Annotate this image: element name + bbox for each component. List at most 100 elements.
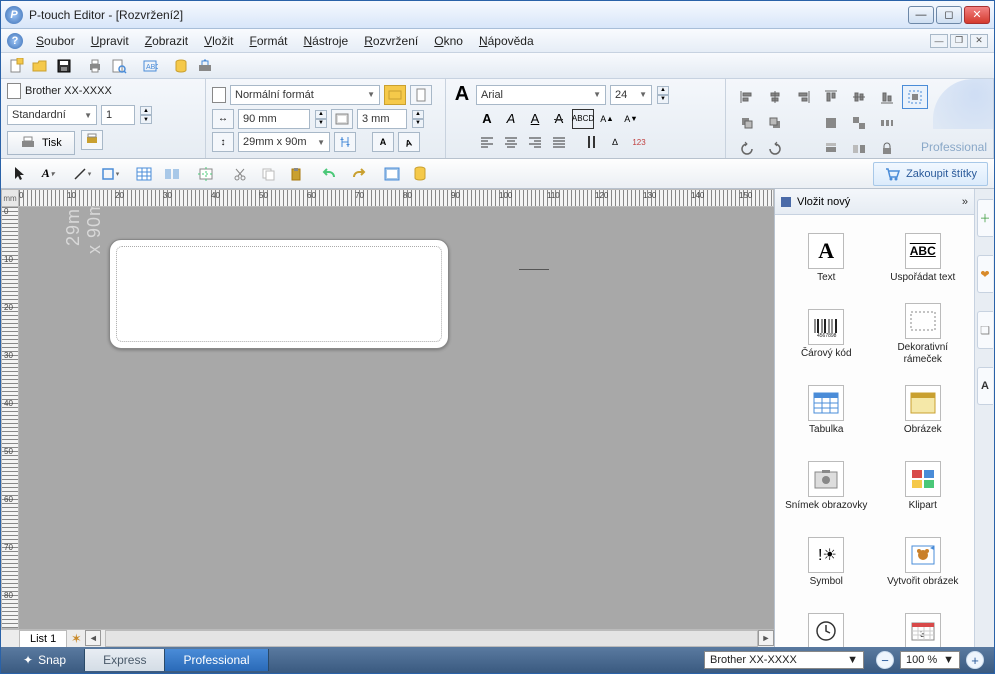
- menu-nastroje[interactable]: Nástroje: [297, 31, 356, 51]
- shrink-font-button[interactable]: A▼: [620, 109, 642, 129]
- margin-up[interactable]: ▲: [412, 110, 424, 119]
- distribute-select[interactable]: [902, 85, 928, 109]
- align-v-middle[interactable]: [846, 85, 872, 109]
- bring-front[interactable]: [734, 111, 760, 135]
- align-h-left[interactable]: [734, 85, 760, 109]
- insert-item-10[interactable]: Datum a čas: [779, 601, 874, 647]
- size-down[interactable]: ▼: [657, 95, 669, 104]
- send-back[interactable]: [762, 111, 788, 135]
- numbered-list-button[interactable]: 123: [628, 132, 650, 152]
- copy-button[interactable]: [255, 162, 281, 186]
- undo-button[interactable]: [317, 162, 343, 186]
- mode-snap-button[interactable]: ✦ Snap: [5, 649, 85, 671]
- font-family-combo[interactable]: Arial▼: [476, 85, 606, 105]
- width-up[interactable]: ▲: [315, 110, 327, 119]
- copies-down[interactable]: ▼: [140, 115, 152, 124]
- align-justify-button[interactable]: [548, 132, 570, 152]
- save-button[interactable]: [53, 55, 75, 77]
- insert-item-9[interactable]: Vytvořit obrázek: [876, 525, 971, 599]
- ungroup[interactable]: [846, 111, 872, 135]
- align-v-top[interactable]: [818, 85, 844, 109]
- ruler-horizontal[interactable]: 0102030405060708090100110120130140150160…: [19, 189, 774, 207]
- zoom-in-button[interactable]: +: [966, 651, 984, 669]
- feed-icon[interactable]: [334, 132, 356, 152]
- copies-input[interactable]: 1: [101, 105, 135, 125]
- database-button[interactable]: [170, 55, 192, 77]
- rotate-right[interactable]: [762, 137, 788, 161]
- size-combo[interactable]: 29mm x 90m▼: [238, 132, 330, 152]
- redo-button[interactable]: [345, 162, 371, 186]
- orientation-landscape-button[interactable]: [384, 85, 406, 105]
- buy-labels-button[interactable]: Zakoupit štítky: [873, 162, 988, 186]
- align-h-center[interactable]: [762, 85, 788, 109]
- text-frame-button[interactable]: ABC: [139, 55, 161, 77]
- mdi-minimize-button[interactable]: —: [930, 34, 948, 48]
- margin-down[interactable]: ▼: [412, 119, 424, 128]
- format-combo[interactable]: Normální formát▼: [230, 85, 380, 105]
- mode-professional-button[interactable]: Professional: [165, 649, 268, 671]
- insert-item-4[interactable]: Tabulka: [779, 373, 874, 447]
- text-tool[interactable]: A: [35, 162, 61, 186]
- side-tab-layers[interactable]: ❏: [977, 311, 993, 349]
- menu-rozvrzeni[interactable]: Rozvržení: [357, 31, 425, 51]
- cut-button[interactable]: [227, 162, 253, 186]
- pointer-tool[interactable]: [7, 162, 33, 186]
- add-sheet-button[interactable]: ✶: [67, 630, 85, 647]
- sheet-tab-1[interactable]: List 1: [19, 630, 67, 647]
- strike-button[interactable]: A: [548, 109, 570, 129]
- flip-v[interactable]: [846, 137, 872, 161]
- align-right-button[interactable]: [524, 132, 546, 152]
- h-scrollbar[interactable]: [105, 630, 758, 647]
- align-h-right[interactable]: [790, 85, 816, 109]
- canvas[interactable]: 29mm x 90mm: [19, 207, 774, 629]
- mode-express-button[interactable]: Express: [85, 649, 165, 671]
- copies-up[interactable]: ▲: [140, 106, 152, 115]
- space-h[interactable]: [874, 111, 900, 135]
- maximize-button[interactable]: ◻: [936, 6, 962, 24]
- zoom-combo[interactable]: 100 %▼: [900, 651, 960, 669]
- minimize-button[interactable]: —: [908, 6, 934, 24]
- underline-button[interactable]: A: [524, 109, 546, 129]
- insert-item-0[interactable]: AText: [779, 221, 874, 295]
- insert-item-2[interactable]: 4567898Čárový kód: [779, 297, 874, 371]
- print-button-large[interactable]: Tisk: [7, 131, 75, 155]
- mdi-close-button[interactable]: ✕: [970, 34, 988, 48]
- insert-item-3[interactable]: Dekorativní rámeček: [876, 297, 971, 371]
- align-left-button[interactable]: [476, 132, 498, 152]
- scroll-left-button[interactable]: ◄: [85, 630, 101, 646]
- line-tool[interactable]: [69, 162, 95, 186]
- margin-combo[interactable]: 3 mm: [357, 109, 407, 129]
- close-button[interactable]: ✕: [964, 6, 990, 24]
- orientation-portrait-button[interactable]: [410, 85, 432, 105]
- layout-view-button[interactable]: [379, 162, 405, 186]
- insert-item-6[interactable]: Snímek obrazovky: [779, 449, 874, 523]
- media-combo[interactable]: Standardní▼: [7, 105, 97, 125]
- insert-item-7[interactable]: Klipart: [876, 449, 971, 523]
- status-printer-combo[interactable]: Brother XX-XXXX▼: [704, 651, 864, 669]
- font-size-combo[interactable]: 24▼: [610, 85, 652, 105]
- menu-zobrazit[interactable]: Zobrazit: [138, 31, 195, 51]
- menu-vlozit[interactable]: Vložit: [197, 31, 240, 51]
- print-options-button[interactable]: [81, 130, 103, 150]
- width-combo[interactable]: 90 mm: [238, 109, 310, 129]
- bold-button[interactable]: A: [476, 109, 498, 129]
- print-preview-button[interactable]: [108, 55, 130, 77]
- print-button[interactable]: [84, 55, 106, 77]
- insert-item-8[interactable]: !☀Symbol: [779, 525, 874, 599]
- italic-button[interactable]: A: [500, 109, 522, 129]
- grow-font-button[interactable]: A▲: [596, 109, 618, 129]
- insert-item-11[interactable]: 3Kalendář: [876, 601, 971, 647]
- menu-soubor[interactable]: Soubor: [29, 31, 82, 51]
- side-tab-add[interactable]: ＋: [977, 199, 993, 237]
- menu-okno[interactable]: Okno: [427, 31, 470, 51]
- database-tool[interactable]: [407, 162, 433, 186]
- frame-text-button[interactable]: ABCD: [572, 109, 594, 129]
- label-rotate-button[interactable]: A: [398, 132, 420, 152]
- width-down[interactable]: ▼: [315, 119, 327, 128]
- zoom-out-button[interactable]: −: [876, 651, 894, 669]
- guides-tool[interactable]: [193, 162, 219, 186]
- transfer-button[interactable]: [194, 55, 216, 77]
- paste-button[interactable]: [283, 162, 309, 186]
- menu-format[interactable]: Formát: [242, 31, 294, 51]
- menu-napoveda[interactable]: Nápověda: [472, 31, 541, 51]
